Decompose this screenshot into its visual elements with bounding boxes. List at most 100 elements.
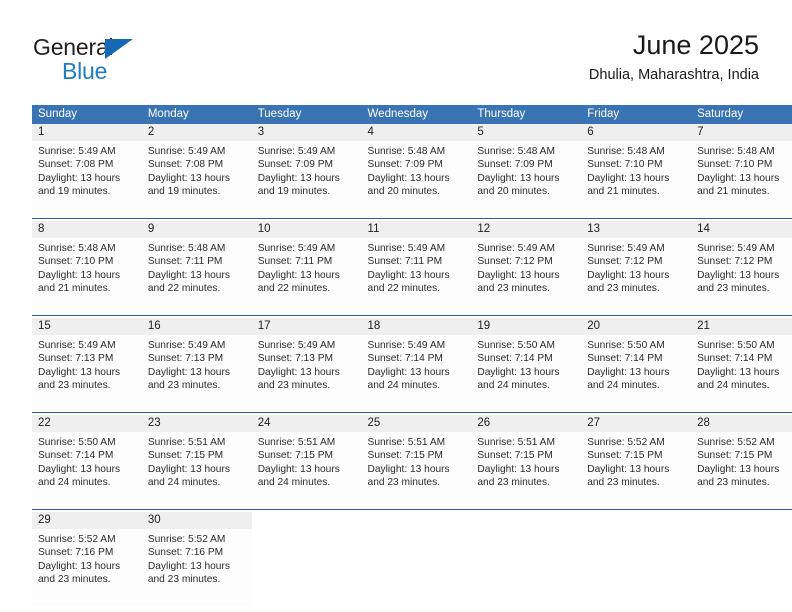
day-cell-sunrise: Sunrise: 5:50 AM: [477, 340, 555, 351]
weekday-header-tuesday: Tuesday: [251, 105, 362, 124]
day-number[interactable]: 7: [691, 124, 792, 141]
day-number[interactable]: 2: [141, 124, 252, 141]
day-number[interactable]: 24: [251, 415, 362, 432]
day-number[interactable]: 3: [251, 124, 362, 141]
day-number[interactable]: 26: [471, 415, 582, 432]
day-cell-sunrise: Sunrise: 5:49 AM: [587, 243, 665, 254]
day-cell-sunrise: Sunrise: 5:52 AM: [147, 534, 226, 545]
day-number[interactable]: 15: [32, 318, 142, 335]
day-cell-daylight-line2: and 19 minutes.: [38, 186, 111, 198]
day-number-empty: [581, 512, 692, 529]
day-cell[interactable]: Sunrise: 5:49 AM Sunset: 7:11 PM Daylight:…: [361, 238, 472, 316]
day-cell[interactable]: Sunrise: 5:48 AM Sunset: 7:10 PM Daylight:…: [581, 141, 692, 219]
day-number[interactable]: 18: [361, 318, 472, 335]
brand-logo[interactable]: General Blue: [33, 34, 163, 86]
day-number[interactable]: 20: [581, 318, 692, 335]
day-cell-sunrise: Sunrise: 5:50 AM: [587, 340, 665, 351]
day-cell-sunrise: Sunrise: 5:49 AM: [477, 243, 555, 254]
day-cell-sunrise: Sunrise: 5:48 AM: [147, 243, 226, 254]
day-cell[interactable]: Sunrise: 5:49 AM Sunset: 7:12 PM Daylight:…: [471, 238, 582, 316]
day-cell-sunrise: Sunrise: 5:49 AM: [257, 146, 336, 157]
day-cell-sunset: Sunset: 7:15 PM: [477, 450, 553, 462]
weekday-header-row: Sunday Monday Tuesday Wednesday Thursday…: [32, 105, 792, 124]
day-cell-sunrise: Sunrise: 5:49 AM: [38, 146, 116, 157]
day-cell[interactable]: Sunrise: 5:49 AM Sunset: 7:13 PM Daylight:…: [141, 335, 252, 413]
day-cell-empty: [581, 529, 692, 606]
day-cell[interactable]: Sunrise: 5:52 AM Sunset: 7:16 PM Daylight:…: [32, 529, 142, 606]
day-cell[interactable]: Sunrise: 5:50 AM Sunset: 7:14 PM Daylight:…: [471, 335, 582, 413]
day-number[interactable]: 25: [361, 415, 472, 432]
day-number[interactable]: 5: [471, 124, 582, 141]
day-cell-daylight-line2: and 22 minutes.: [257, 283, 331, 295]
day-cell-sunset: Sunset: 7:14 PM: [477, 353, 553, 365]
day-cell-sunset: Sunset: 7:09 PM: [257, 159, 334, 171]
day-number[interactable]: 4: [361, 124, 472, 141]
day-cell[interactable]: Sunrise: 5:51 AM Sunset: 7:15 PM Daylight:…: [471, 432, 582, 510]
day-cell[interactable]: Sunrise: 5:49 AM Sunset: 7:12 PM Daylight:…: [581, 238, 692, 316]
day-cell-sunset: Sunset: 7:14 PM: [38, 450, 114, 462]
day-cell[interactable]: Sunrise: 5:48 AM Sunset: 7:10 PM Daylight:…: [691, 141, 792, 219]
day-cell[interactable]: Sunrise: 5:51 AM Sunset: 7:15 PM Daylight:…: [251, 432, 362, 510]
day-cell[interactable]: Sunrise: 5:49 AM Sunset: 7:13 PM Daylight:…: [251, 335, 362, 413]
day-number[interactable]: 13: [581, 221, 692, 238]
day-cell-sunrise: Sunrise: 5:51 AM: [367, 437, 446, 448]
day-cell-daylight-line2: and 24 minutes.: [38, 477, 111, 489]
day-cell-sunset: Sunset: 7:10 PM: [38, 256, 114, 268]
day-number[interactable]: 11: [361, 221, 472, 238]
day-number[interactable]: 6: [581, 124, 692, 141]
day-cell[interactable]: Sunrise: 5:49 AM Sunset: 7:08 PM Daylight:…: [32, 141, 142, 219]
day-number[interactable]: 28: [691, 415, 792, 432]
day-number[interactable]: 29: [32, 512, 142, 529]
day-cell-daylight-line1: Daylight: 13 hours: [697, 366, 780, 378]
day-cell-sunset: Sunset: 7:15 PM: [257, 450, 334, 462]
day-number[interactable]: 16: [141, 318, 252, 335]
day-cell[interactable]: Sunrise: 5:49 AM Sunset: 7:12 PM Daylight:…: [691, 238, 792, 316]
day-number[interactable]: 21: [691, 318, 792, 335]
day-cell[interactable]: Sunrise: 5:50 AM Sunset: 7:14 PM Daylight:…: [691, 335, 792, 413]
day-number[interactable]: 8: [32, 221, 142, 238]
day-cell-daylight-line1: Daylight: 13 hours: [38, 463, 121, 475]
day-cell[interactable]: Sunrise: 5:50 AM Sunset: 7:14 PM Daylight:…: [32, 432, 142, 510]
day-number[interactable]: 9: [141, 221, 252, 238]
day-cell[interactable]: Sunrise: 5:52 AM Sunset: 7:15 PM Daylight:…: [691, 432, 792, 510]
day-number-empty: [471, 512, 582, 529]
day-cell[interactable]: Sunrise: 5:48 AM Sunset: 7:09 PM Daylight:…: [361, 141, 472, 219]
day-number[interactable]: 14: [691, 221, 792, 238]
day-cell[interactable]: Sunrise: 5:48 AM Sunset: 7:09 PM Daylight:…: [471, 141, 582, 219]
day-cell-daylight-line2: and 21 minutes.: [38, 283, 111, 295]
day-cell[interactable]: Sunrise: 5:52 AM Sunset: 7:15 PM Daylight:…: [581, 432, 692, 510]
day-cell-daylight-line1: Daylight: 13 hours: [147, 560, 230, 572]
day-cell[interactable]: Sunrise: 5:50 AM Sunset: 7:14 PM Daylight:…: [581, 335, 692, 413]
day-cell-sunset: Sunset: 7:14 PM: [367, 353, 443, 365]
day-cell[interactable]: Sunrise: 5:49 AM Sunset: 7:08 PM Daylight:…: [141, 141, 252, 219]
day-cell[interactable]: Sunrise: 5:49 AM Sunset: 7:13 PM Daylight:…: [32, 335, 142, 413]
day-number[interactable]: 23: [141, 415, 252, 432]
day-cell[interactable]: Sunrise: 5:51 AM Sunset: 7:15 PM Daylight:…: [361, 432, 472, 510]
day-number[interactable]: 17: [251, 318, 362, 335]
day-cell-daylight-line2: and 23 minutes.: [697, 477, 770, 489]
day-cell[interactable]: Sunrise: 5:49 AM Sunset: 7:09 PM Daylight:…: [251, 141, 362, 219]
day-number[interactable]: 12: [471, 221, 582, 238]
day-cell[interactable]: Sunrise: 5:51 AM Sunset: 7:15 PM Daylight:…: [141, 432, 252, 510]
day-number[interactable]: 27: [581, 415, 692, 432]
day-number[interactable]: 1: [32, 124, 142, 141]
day-cell[interactable]: Sunrise: 5:49 AM Sunset: 7:14 PM Daylight:…: [361, 335, 472, 413]
day-cell[interactable]: Sunrise: 5:52 AM Sunset: 7:16 PM Daylight:…: [141, 529, 252, 606]
day-number[interactable]: 30: [141, 512, 252, 529]
day-cell-daylight-line1: Daylight: 13 hours: [38, 269, 121, 281]
day-cell-sunset: Sunset: 7:09 PM: [367, 159, 443, 171]
day-cell-daylight-line2: and 23 minutes.: [147, 574, 221, 586]
day-number[interactable]: 19: [471, 318, 582, 335]
day-number[interactable]: 10: [251, 221, 362, 238]
day-cell-daylight-line1: Daylight: 13 hours: [477, 269, 560, 281]
day-cell[interactable]: Sunrise: 5:48 AM Sunset: 7:10 PM Daylight:…: [32, 238, 142, 316]
day-number[interactable]: 22: [32, 415, 142, 432]
weekday-header-thursday: Thursday: [471, 105, 582, 124]
day-cell-daylight-line1: Daylight: 13 hours: [697, 172, 780, 184]
day-cell-daylight-line2: and 23 minutes.: [697, 283, 770, 295]
day-cell[interactable]: Sunrise: 5:49 AM Sunset: 7:11 PM Daylight:…: [251, 238, 362, 316]
day-cell-daylight-line2: and 23 minutes.: [587, 477, 660, 489]
day-cell-sunrise: Sunrise: 5:51 AM: [477, 437, 555, 448]
day-cell-sunrise: Sunrise: 5:48 AM: [367, 146, 446, 157]
day-cell[interactable]: Sunrise: 5:48 AM Sunset: 7:11 PM Daylight:…: [141, 238, 252, 316]
